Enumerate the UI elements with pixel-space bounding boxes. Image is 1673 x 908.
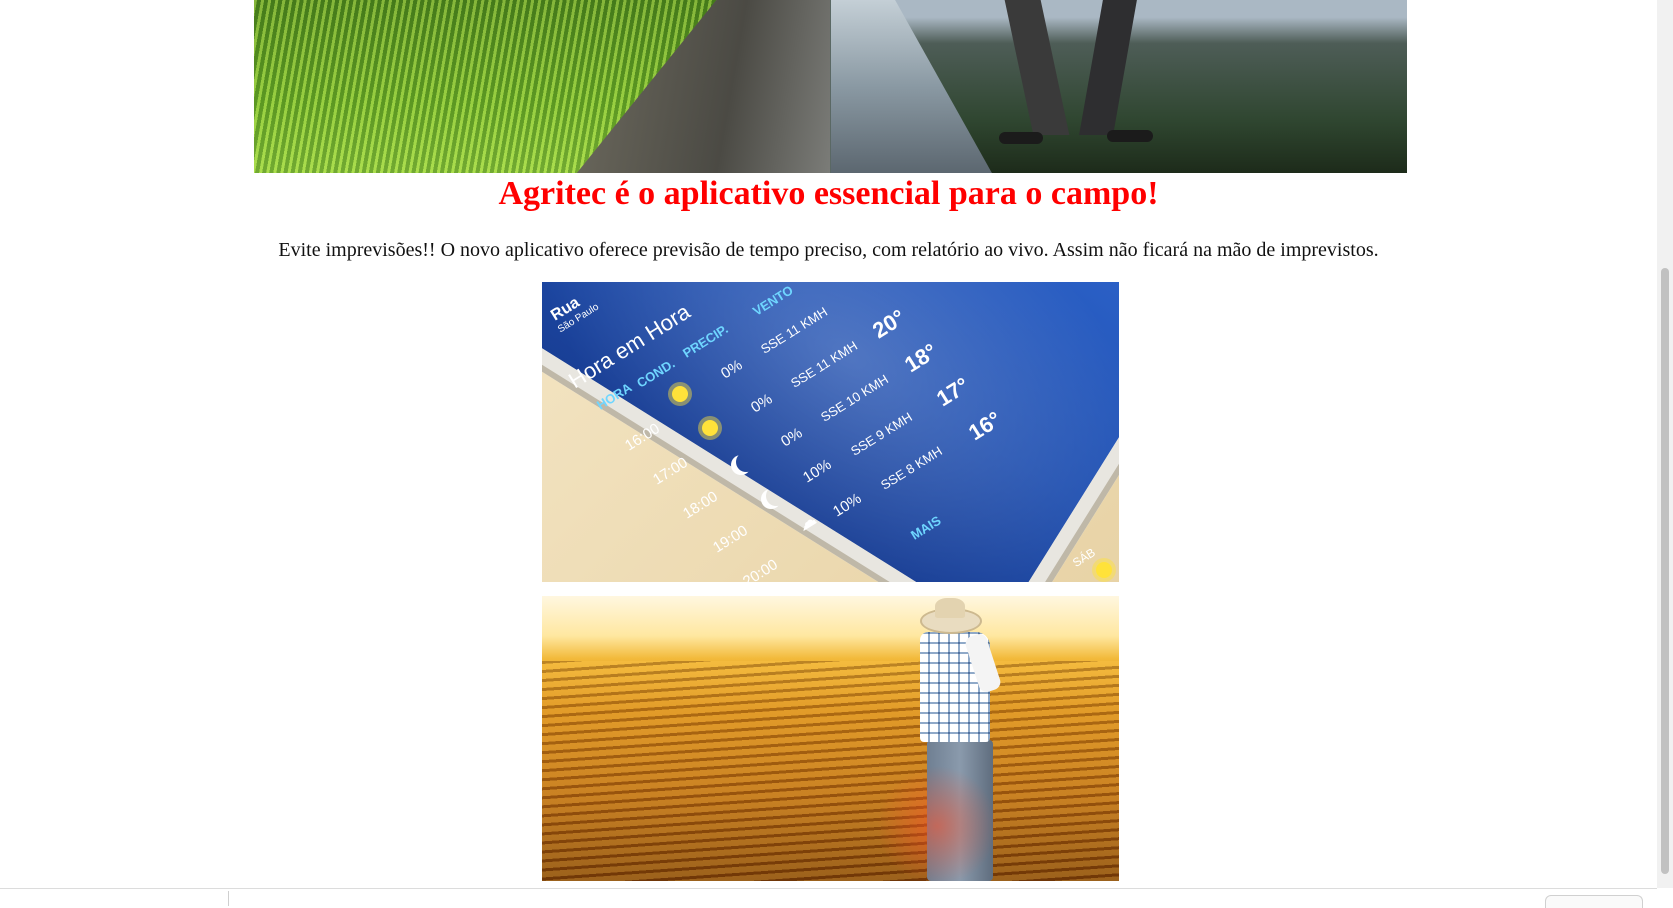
status-divider bbox=[228, 891, 229, 906]
hero-image bbox=[254, 0, 1407, 173]
hour-18: 18:00 bbox=[680, 488, 721, 523]
status-tab-button[interactable] bbox=[1545, 895, 1643, 908]
day-label: SÁB bbox=[1070, 545, 1098, 570]
hour-19: 19:00 bbox=[710, 522, 751, 557]
weather-app-phone-image: Rua São Paulo Hora em Hora HORA COND. PR… bbox=[542, 282, 1119, 582]
farmer-field-image bbox=[542, 596, 1119, 881]
scrollbar-thumb[interactable] bbox=[1661, 268, 1669, 874]
field-rows bbox=[542, 661, 1119, 881]
hour-17: 17:00 bbox=[650, 454, 691, 489]
bottom-status-bar bbox=[0, 888, 1657, 908]
moon-icon bbox=[736, 452, 756, 472]
moon-icon bbox=[766, 486, 786, 506]
intro-paragraph: Evite imprevisões!! O novo aplicativo of… bbox=[278, 239, 1379, 261]
hour-20: 20:00 bbox=[740, 556, 781, 582]
sun-icon bbox=[702, 420, 718, 436]
page-headline: Agritec é o aplicativo essencial para o … bbox=[498, 175, 1159, 212]
hero-person-legs bbox=[999, 0, 1159, 148]
farmer-hat-crown bbox=[935, 598, 965, 618]
sun-icon bbox=[1096, 562, 1112, 578]
vertical-scrollbar[interactable] bbox=[1657, 0, 1673, 888]
sun-flare bbox=[867, 766, 1007, 881]
sun-icon bbox=[672, 386, 688, 402]
